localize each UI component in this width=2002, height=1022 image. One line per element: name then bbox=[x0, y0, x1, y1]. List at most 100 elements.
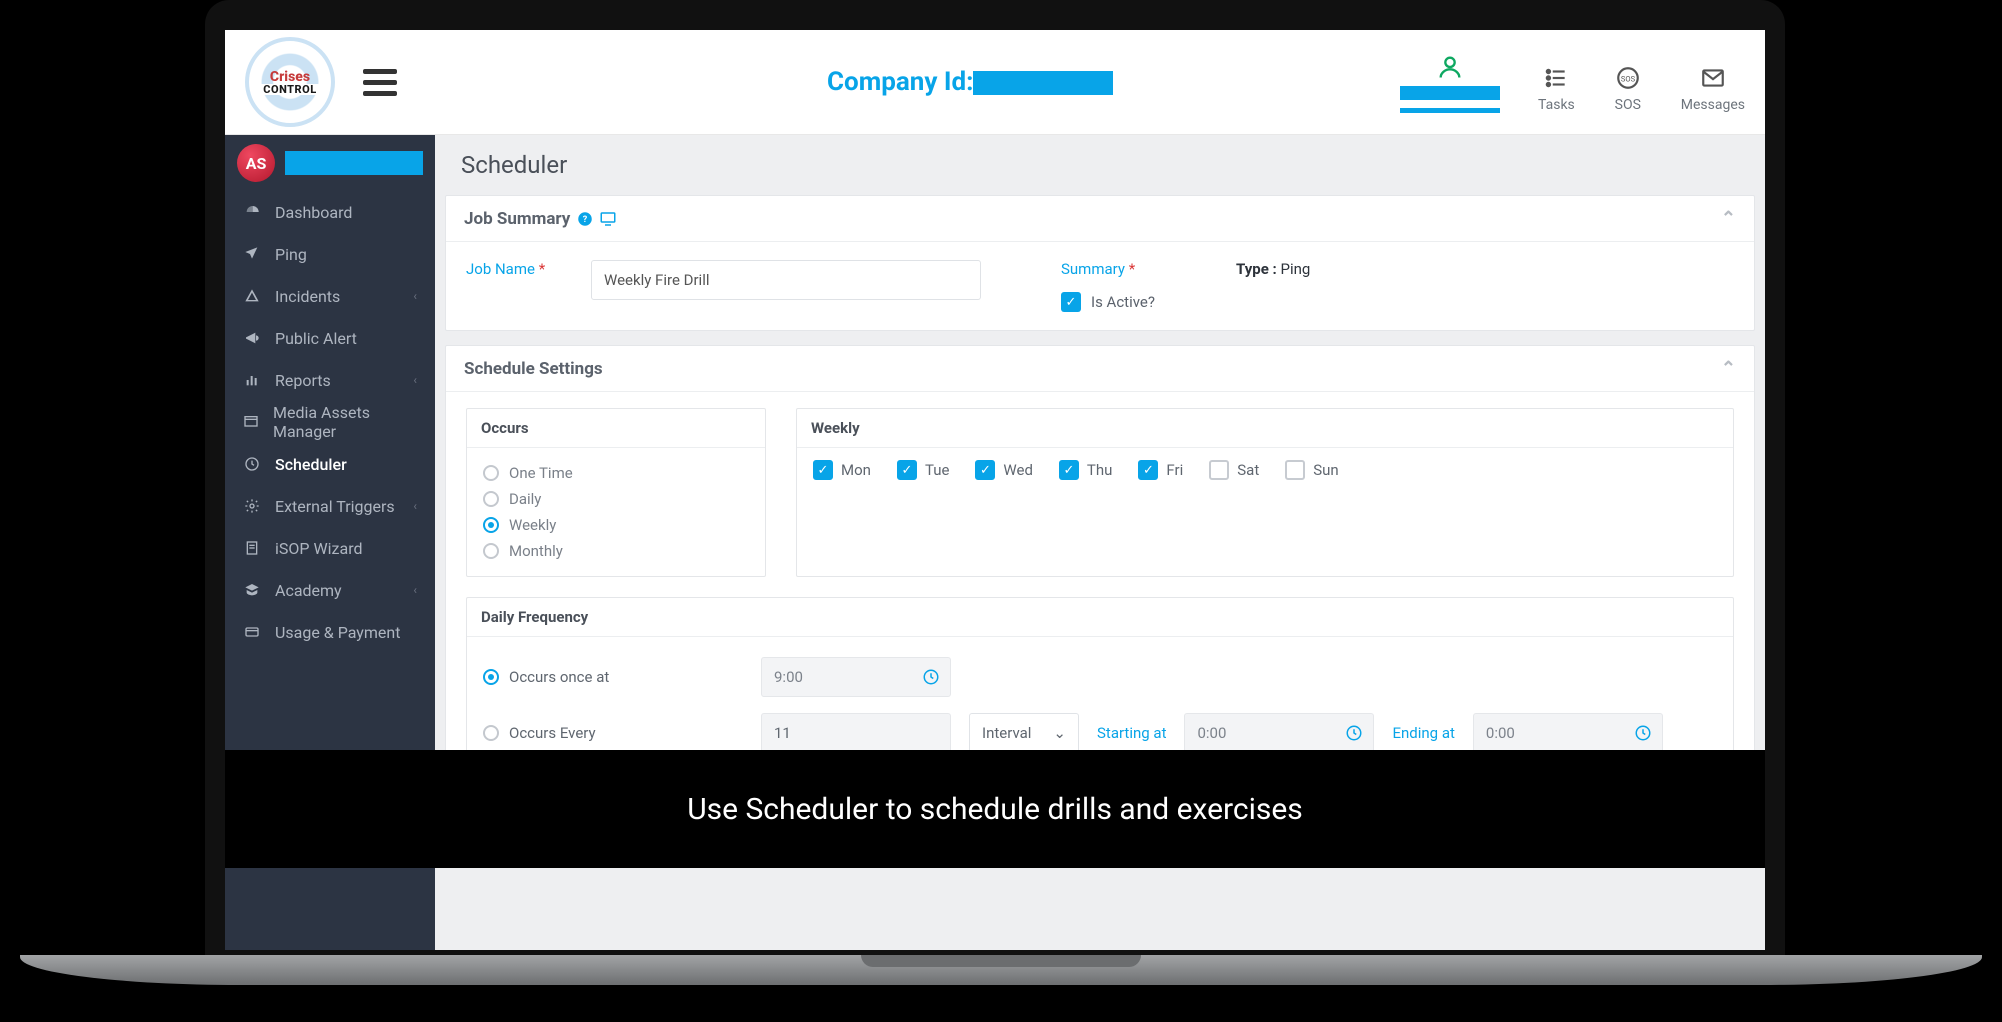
day-sun[interactable]: Sun bbox=[1285, 460, 1338, 480]
sidebar-item-media-assets-manager[interactable]: Media Assets Manager bbox=[225, 401, 435, 443]
app-header: Crises CONTROL Company Id: bbox=[225, 30, 1765, 135]
laptop-notch bbox=[861, 955, 1141, 967]
type-display: Type : Ping bbox=[1236, 260, 1310, 278]
user-icon bbox=[1435, 52, 1465, 82]
sidebar-item-external-triggers[interactable]: External Triggers‹ bbox=[225, 485, 435, 527]
is-active-label: Is Active? bbox=[1091, 293, 1155, 311]
day-mon[interactable]: ✓Mon bbox=[813, 460, 871, 480]
occurs-title: Occurs bbox=[467, 409, 765, 448]
company-id-redacted bbox=[973, 71, 1113, 95]
menu-toggle-button[interactable] bbox=[363, 63, 397, 102]
checkbox-icon[interactable]: ✓ bbox=[1059, 460, 1079, 480]
radio-icon[interactable] bbox=[483, 465, 499, 481]
summary-label: Summary * bbox=[1061, 260, 1166, 278]
header-actions: Tasks SOS SOS Messages bbox=[1400, 52, 1745, 113]
chevron-left-icon: ‹ bbox=[413, 583, 417, 597]
job-name-input[interactable] bbox=[591, 260, 981, 300]
ending-at-input[interactable]: 0:00 bbox=[1473, 713, 1663, 753]
occurs-once-radio[interactable] bbox=[483, 669, 499, 685]
schedule-settings-title: Schedule Settings bbox=[464, 359, 603, 379]
job-summary-header[interactable]: Job Summary ? ⌃ bbox=[446, 196, 1754, 242]
daily-frequency-title: Daily Frequency bbox=[467, 598, 1733, 637]
sidebar-item-reports[interactable]: Reports ‹ bbox=[225, 359, 435, 401]
occurs-once-time-input[interactable]: 9:00 bbox=[761, 657, 951, 697]
svg-text:SOS: SOS bbox=[1621, 74, 1636, 83]
occurs-option-weekly[interactable]: Weekly bbox=[483, 512, 749, 538]
sidebar-item-label: Public Alert bbox=[275, 329, 357, 348]
app-logo[interactable]: Crises CONTROL bbox=[245, 37, 335, 127]
media-icon bbox=[243, 414, 259, 430]
occurs-option-monthly[interactable]: Monthly bbox=[483, 538, 749, 564]
reports-icon bbox=[243, 372, 261, 388]
page-title: Scheduler bbox=[435, 135, 1765, 195]
day-wed[interactable]: ✓Wed bbox=[975, 460, 1033, 480]
clock-icon bbox=[1345, 724, 1363, 742]
header-messages-item[interactable]: Messages bbox=[1681, 63, 1745, 113]
header-tasks-item[interactable]: Tasks bbox=[1538, 63, 1575, 113]
header-sos-item[interactable]: SOS SOS bbox=[1613, 63, 1643, 113]
checkbox-icon[interactable]: ✓ bbox=[975, 460, 995, 480]
occurs-every-option[interactable]: Occurs Every bbox=[483, 724, 743, 742]
interval-select[interactable]: Interval ⌄ bbox=[969, 713, 1079, 753]
occurs-once-option[interactable]: Occurs once at bbox=[483, 668, 743, 686]
day-tue[interactable]: ✓Tue bbox=[897, 460, 949, 480]
starting-at-input[interactable]: 0:00 bbox=[1184, 713, 1374, 753]
sidebar-item-scheduler[interactable]: Scheduler bbox=[225, 443, 435, 485]
checkbox-icon[interactable] bbox=[1285, 460, 1305, 480]
schedule-settings-header[interactable]: Schedule Settings ⌃ bbox=[446, 346, 1754, 392]
sidebar-item-ping[interactable]: Ping bbox=[225, 233, 435, 275]
chevron-left-icon: ‹ bbox=[413, 373, 417, 387]
header-messages-label: Messages bbox=[1681, 97, 1745, 113]
occurs-every-radio[interactable] bbox=[483, 725, 499, 741]
chevron-up-icon[interactable]: ⌃ bbox=[1721, 208, 1736, 229]
help-icons[interactable]: ? bbox=[576, 210, 618, 228]
alert-icon bbox=[243, 330, 261, 346]
incidents-icon bbox=[243, 288, 261, 304]
chevron-left-icon: ‹ bbox=[413, 499, 417, 513]
occurs-every-value-input[interactable]: 11 bbox=[761, 713, 951, 753]
day-fri[interactable]: ✓Fri bbox=[1138, 460, 1183, 480]
checkbox-icon[interactable]: ✓ bbox=[813, 460, 833, 480]
sidebar-item-academy[interactable]: Academy ‹ bbox=[225, 569, 435, 611]
radio-icon[interactable] bbox=[483, 543, 499, 559]
occurs-option-one-time[interactable]: One Time bbox=[483, 460, 749, 486]
sidebar-item-public-alert[interactable]: Public Alert bbox=[225, 317, 435, 359]
checkbox-icon[interactable]: ✓ bbox=[897, 460, 917, 480]
is-active-checkbox[interactable]: ✓ bbox=[1061, 292, 1081, 312]
chevron-up-icon[interactable]: ⌃ bbox=[1721, 358, 1736, 379]
day-thu[interactable]: ✓Thu bbox=[1059, 460, 1112, 480]
header-user-item[interactable] bbox=[1400, 52, 1500, 113]
monitor-icon bbox=[598, 210, 618, 228]
ping-icon bbox=[243, 246, 261, 262]
radio-icon[interactable] bbox=[483, 517, 499, 533]
sidebar-item-label: Reports bbox=[275, 371, 331, 390]
is-active-row[interactable]: ✓ Is Active? bbox=[1061, 292, 1166, 312]
sidebar-item-label: Academy bbox=[275, 581, 342, 600]
svg-text:?: ? bbox=[583, 215, 588, 225]
sidebar-item-dashboard[interactable]: Dashboard bbox=[225, 191, 435, 233]
sidebar-item-isop-wizard[interactable]: iSOP Wizard bbox=[225, 527, 435, 569]
sidebar-item-label: Ping bbox=[275, 245, 307, 264]
triggers-icon bbox=[243, 498, 261, 514]
sidebar-item-label: Scheduler bbox=[275, 455, 347, 474]
day-sat[interactable]: Sat bbox=[1209, 460, 1259, 480]
checkbox-icon[interactable] bbox=[1209, 460, 1229, 480]
schedule-settings-body: Occurs One TimeDailyWeeklyMonthly Weekly… bbox=[446, 392, 1754, 790]
radio-icon[interactable] bbox=[483, 491, 499, 507]
checkbox-icon[interactable]: ✓ bbox=[1138, 460, 1158, 480]
clock-icon bbox=[1634, 724, 1652, 742]
sidebar-item-usage-&-payment[interactable]: Usage & Payment bbox=[225, 611, 435, 653]
clock-icon bbox=[922, 668, 940, 686]
help-icon: ? bbox=[576, 210, 594, 228]
job-summary-title: Job Summary bbox=[464, 209, 570, 229]
header-tasks-label: Tasks bbox=[1538, 97, 1575, 113]
sidebar-item-incidents[interactable]: Incidents‹ bbox=[225, 275, 435, 317]
job-name-label: Job Name * bbox=[466, 260, 571, 278]
occurs-option-daily[interactable]: Daily bbox=[483, 486, 749, 512]
caption-overlay: Use Scheduler to schedule drills and exe… bbox=[225, 750, 1765, 868]
payment-icon bbox=[243, 624, 261, 640]
sidebar-user-chip[interactable]: AS bbox=[225, 135, 435, 191]
weekly-title: Weekly bbox=[797, 409, 1733, 448]
days-list: ✓Mon ✓Tue ✓Wed ✓Thu ✓Fri Sat Sun bbox=[797, 448, 1733, 492]
starting-at-label: Starting at bbox=[1097, 724, 1166, 742]
